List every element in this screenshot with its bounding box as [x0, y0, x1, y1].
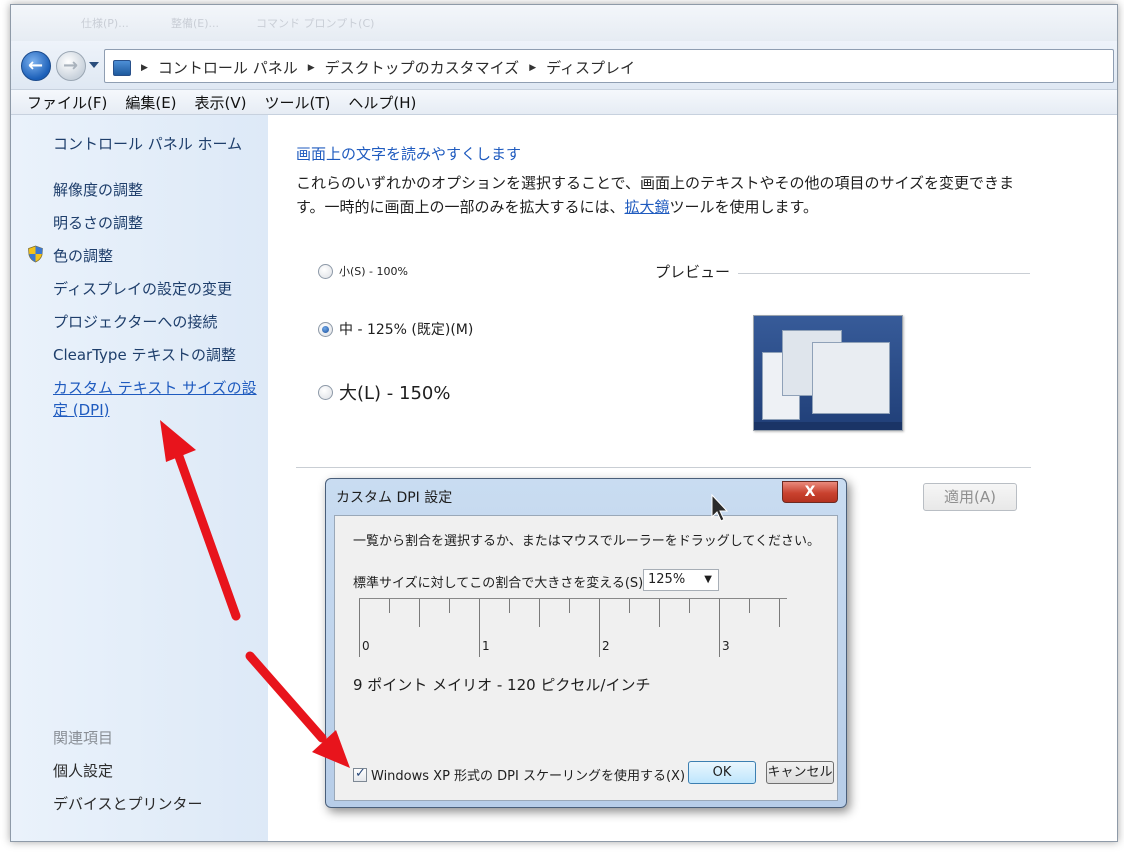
- sidebar-item-custom-dpi[interactable]: カスタム テキスト サイズの設定 (DPI): [53, 377, 268, 421]
- tab-label: 仕様(P)...: [81, 17, 129, 30]
- related-header: 関連項目: [53, 729, 114, 747]
- breadcrumb: ▶ コントロール パネル ▶ デスクトップのカスタマイズ ▶ ディスプレイ: [113, 57, 635, 78]
- back-button[interactable]: ←: [21, 51, 51, 81]
- sidebar-item-color-calibration[interactable]: 色の調整: [53, 245, 113, 266]
- control-panel-icon: [113, 59, 131, 76]
- chevron-down-icon: ▼: [704, 574, 712, 585]
- content-divider: [296, 467, 1031, 468]
- option-medium[interactable]: 中 - 125% (既定)(M): [318, 319, 473, 339]
- ruler-label: 2: [602, 639, 610, 653]
- ruler-label: 3: [722, 639, 730, 653]
- sidebar-item-projector[interactable]: プロジェクターへの接続: [53, 311, 217, 332]
- preview-label: プレビュー: [655, 263, 731, 281]
- magnifier-link[interactable]: 拡大鏡: [625, 198, 670, 216]
- option-small[interactable]: 小(S) - 100%: [318, 263, 408, 279]
- breadcrumb-personalization[interactable]: デスクトップのカスタマイズ: [325, 57, 520, 78]
- ruler-label: 0: [362, 639, 370, 653]
- dialog-instruction: 一覧から割合を選択するか、またはマウスでルーラーをドラッグしてください。: [353, 534, 820, 549]
- xp-scaling-option[interactable]: Windows XP 形式の DPI スケーリングを使用する(X): [353, 765, 685, 784]
- navigation-bar: ← → ▶ コントロール パネル ▶ デスクトップのカスタマイズ ▶ ディスプレ…: [11, 41, 1117, 89]
- breadcrumb-separator-icon[interactable]: ▶: [529, 63, 536, 73]
- option-large-label: 大(L) - 150%: [339, 383, 451, 404]
- sidebar-item-brightness[interactable]: 明るさの調整: [53, 212, 143, 233]
- ok-button[interactable]: OK: [688, 761, 756, 784]
- mouse-cursor-icon: [711, 494, 729, 522]
- custom-dpi-dialog: カスタム DPI 設定 X 一覧から割合を選択するか、またはマウスでルーラーをド…: [325, 478, 847, 808]
- option-small-label: 小(S) - 100%: [339, 265, 408, 278]
- close-icon[interactable]: X: [782, 481, 838, 503]
- page-description: これらのいずれかのオプションを選択することで、画面上のテキストやその他の項目のサ…: [296, 171, 1031, 219]
- menu-help[interactable]: ヘルプ(H): [348, 92, 416, 113]
- sidebar: コントロール パネル ホーム 解像度の調整 明るさの調整 色の調整 ディスプレイ…: [11, 115, 268, 841]
- tab-label: コマンド プロンプト(C): [256, 17, 375, 30]
- forward-arrow-icon: →: [63, 55, 79, 76]
- xp-scaling-checkbox[interactable]: [353, 766, 367, 782]
- page-title: 画面上の文字を読みやすくします: [296, 145, 522, 163]
- sidebar-item-cleartype[interactable]: ClearType テキストの調整: [53, 344, 236, 365]
- scale-select-value: 125%: [648, 572, 686, 587]
- dialog-title: カスタム DPI 設定: [336, 490, 453, 506]
- menu-view[interactable]: 表示(V): [195, 92, 247, 113]
- scale-label: 標準サイズに対してこの割合で大きさを変える(S):: [353, 576, 648, 591]
- breadcrumb-separator-icon[interactable]: ▶: [141, 63, 148, 73]
- description-text: ツールを使用します。: [669, 198, 819, 216]
- recent-pages-dropdown-icon[interactable]: [88, 59, 100, 71]
- menu-edit[interactable]: 編集(E): [125, 92, 176, 113]
- uac-shield-icon: [28, 245, 43, 263]
- sidebar-item-control-panel-home[interactable]: コントロール パネル ホーム: [53, 133, 242, 154]
- sidebar-item-devices-printers[interactable]: デバイスとプリンター: [53, 793, 203, 814]
- forward-button[interactable]: →: [56, 51, 86, 81]
- sidebar-item-resolution[interactable]: 解像度の調整: [53, 179, 143, 200]
- tab-label: 整備(E)...: [171, 17, 220, 30]
- back-arrow-icon: ←: [28, 55, 44, 76]
- breadcrumb-control-panel[interactable]: コントロール パネル: [158, 57, 298, 78]
- preview-divider: [738, 273, 1030, 274]
- breadcrumb-display[interactable]: ディスプレイ: [546, 57, 635, 78]
- ruler-label: 1: [482, 639, 490, 653]
- scale-select[interactable]: 125% ▼: [643, 569, 719, 591]
- dpi-ruler[interactable]: 0 1 2 3: [359, 598, 787, 657]
- apply-button[interactable]: 適用(A): [923, 483, 1017, 511]
- dpi-info-text: 9 ポイント メイリオ - 120 ピクセル/インチ: [353, 676, 651, 694]
- xp-scaling-label: Windows XP 形式の DPI スケーリングを使用する(X): [371, 769, 686, 784]
- dialog-body: 一覧から割合を選択するか、またはマウスでルーラーをドラッグしてください。 標準サ…: [334, 515, 838, 801]
- breadcrumb-separator-icon[interactable]: ▶: [308, 63, 315, 73]
- sidebar-item-display-settings[interactable]: ディスプレイの設定の変更: [53, 278, 232, 299]
- option-large[interactable]: 大(L) - 150%: [318, 379, 450, 405]
- address-bar[interactable]: ▶ コントロール パネル ▶ デスクトップのカスタマイズ ▶ ディスプレイ: [104, 49, 1114, 83]
- cancel-button[interactable]: キャンセル: [766, 761, 834, 784]
- menu-bar: ファイル(F) 編集(E) 表示(V) ツール(T) ヘルプ(H): [11, 89, 1117, 115]
- title-strip: 仕様(P)... 整備(E)... コマンド プロンプト(C): [11, 5, 1117, 41]
- radio-small[interactable]: [318, 263, 333, 279]
- menu-tools[interactable]: ツール(T): [265, 92, 331, 113]
- radio-large[interactable]: [318, 384, 333, 400]
- menu-file[interactable]: ファイル(F): [27, 92, 107, 113]
- option-medium-label: 中 - 125% (既定)(M): [339, 322, 474, 338]
- preview-image: [753, 315, 903, 431]
- sidebar-item-personalization[interactable]: 個人設定: [53, 760, 113, 781]
- radio-medium[interactable]: [318, 321, 333, 337]
